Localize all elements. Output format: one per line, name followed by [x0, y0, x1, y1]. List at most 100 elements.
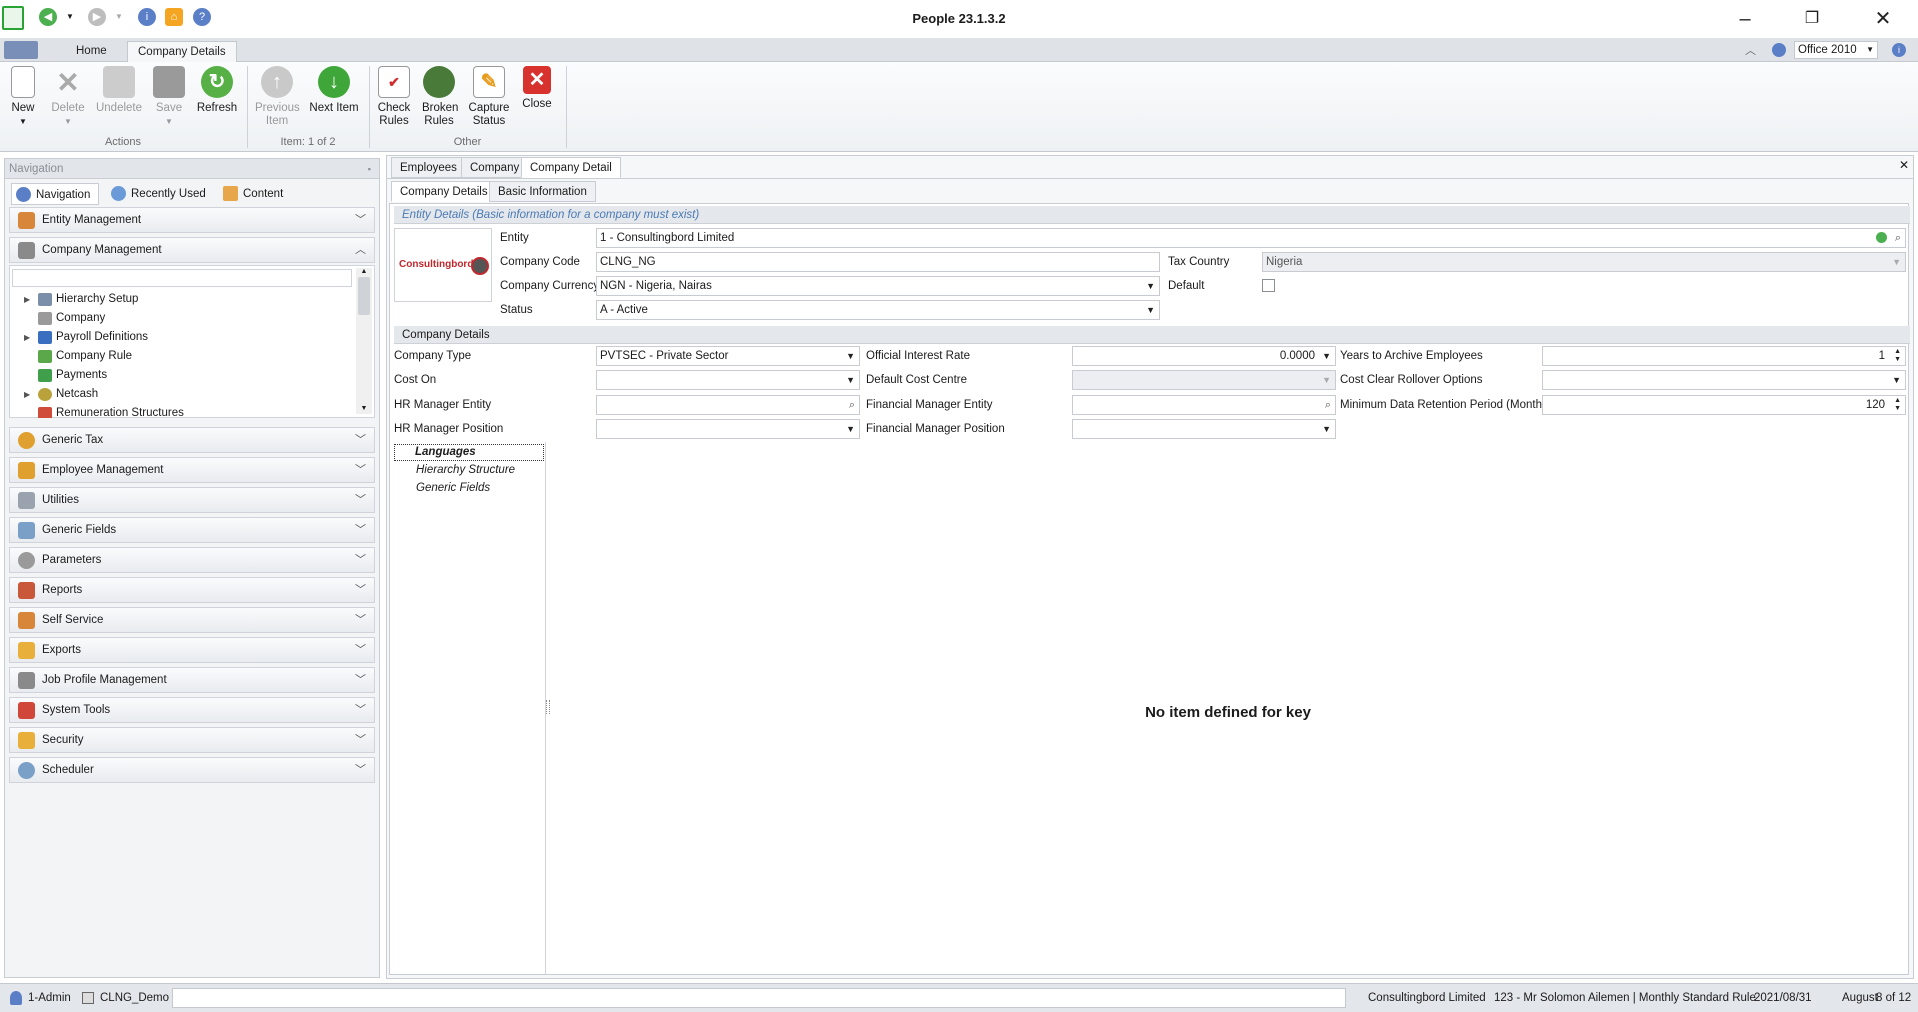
undelete-button[interactable]: Undelete — [94, 66, 144, 115]
tree-scrollbar[interactable]: ▲ ▼ — [356, 268, 372, 414]
subtab-company-details[interactable]: Company Details — [391, 181, 497, 202]
close-window-icon[interactable]: ✕ — [1868, 8, 1898, 32]
nav-group-generic-tax[interactable]: Generic Tax ﹀ — [9, 427, 375, 453]
hr-position-select[interactable]: ▼ — [596, 419, 860, 439]
cost-on-select[interactable]: ▼ — [596, 370, 860, 390]
side-item-languages[interactable]: Languages — [394, 444, 544, 461]
search-icon[interactable]: ⌕ — [1895, 229, 1901, 247]
theme-select[interactable]: Office 2010 ▼ — [1794, 41, 1878, 59]
nav-group-system-tools[interactable]: System Tools ﹀ — [9, 697, 375, 723]
nav-group-entity-management[interactable]: Entity Management ﹀ — [9, 207, 375, 233]
minimize-icon[interactable]: – — [1730, 8, 1760, 32]
spin-icon[interactable]: ▲ ▼ — [1894, 348, 1901, 364]
fin-entity-field[interactable]: ⌕ — [1072, 395, 1336, 415]
search-icon[interactable]: ⌕ — [849, 396, 855, 414]
nav-tab-navigation[interactable]: Navigation — [11, 183, 99, 205]
next-item-button[interactable]: ↓ Next Item — [306, 66, 362, 115]
default-checkbox[interactable] — [1262, 279, 1275, 292]
hr-entity-field[interactable]: ⌕ — [596, 395, 860, 415]
nav-group-self-service[interactable]: Self Service ﹀ — [9, 607, 375, 633]
expand-arrow-icon[interactable]: ▶ — [24, 385, 30, 404]
company-code-field[interactable]: CLNG_NG — [596, 252, 1160, 272]
company-code-label: Company Code — [500, 256, 580, 268]
nav-group-company-management[interactable]: Company Management ︿ — [9, 237, 375, 263]
nav-group-scheduler[interactable]: Scheduler ﹀ — [9, 757, 375, 783]
nav-group-generic-fields[interactable]: Generic Fields ﹀ — [9, 517, 375, 543]
search-icon[interactable]: ⌕ — [1325, 396, 1331, 414]
scroll-up-icon[interactable]: ▲ — [356, 268, 372, 275]
about-icon[interactable]: i — [1892, 43, 1906, 57]
chevron-down-icon: ﹀ — [355, 674, 366, 686]
fields-icon — [18, 522, 35, 539]
pin-icon[interactable]: ▪ — [368, 159, 371, 179]
nav-group-employee-management[interactable]: Employee Management ﹀ — [9, 457, 375, 483]
collapse-ribbon-icon[interactable]: ︿ — [1745, 42, 1756, 58]
nav-group-exports[interactable]: Exports ﹀ — [9, 637, 375, 663]
fin-entity-label: Financial Manager Entity — [866, 399, 993, 411]
add-icon[interactable] — [1876, 232, 1887, 243]
tree-item-payroll-definitions[interactable]: ▶ Payroll Definitions — [16, 328, 356, 347]
nav-group-job-profile-management[interactable]: Job Profile Management ﹀ — [9, 667, 375, 693]
interest-rate-field[interactable]: 0.0000 ▼ — [1072, 346, 1336, 366]
cost-centre-label: Default Cost Centre — [866, 374, 967, 386]
broken-rules-button[interactable]: Broken Rules — [419, 66, 459, 128]
expand-arrow-icon[interactable]: ▶ — [24, 328, 30, 347]
tree-filter-input[interactable] — [12, 269, 352, 287]
report-icon — [18, 582, 35, 599]
cost-centre-select[interactable]: ▼ — [1072, 370, 1336, 390]
tree-item-hierarchy-setup[interactable]: ▶ Hierarchy Setup — [16, 290, 356, 309]
doc-tab-company-detail[interactable]: Company Detail — [521, 157, 621, 178]
side-item-generic-fields[interactable]: Generic Fields — [394, 480, 490, 497]
nav-group-security[interactable]: Security ﹀ — [9, 727, 375, 753]
nav-group-parameters[interactable]: Parameters ﹀ — [9, 547, 375, 573]
save-button[interactable]: Save ▼ — [152, 66, 186, 128]
app-menu-button[interactable] — [4, 41, 38, 59]
retention-field[interactable]: 120 ▲ ▼ — [1542, 395, 1906, 415]
fin-position-select[interactable]: ▼ — [1072, 419, 1336, 439]
status-input[interactable] — [172, 988, 1346, 1008]
currency-select[interactable]: NGN - Nigeria, Nairas ▼ — [596, 276, 1160, 296]
tab-home[interactable]: Home — [66, 41, 117, 62]
tax-country-field[interactable]: Nigeria ▼ — [1262, 252, 1906, 272]
nav-tab-content[interactable]: Content — [219, 183, 283, 205]
tree-item-company-rule[interactable]: Company Rule — [16, 347, 356, 366]
tab-company-details[interactable]: Company Details — [127, 41, 237, 62]
nav-group-reports[interactable]: Reports ﹀ — [9, 577, 375, 603]
delete-button[interactable]: ✕ Delete ▼ — [48, 66, 88, 128]
close-document-icon[interactable]: ✕ — [1899, 158, 1909, 172]
interest-rate-label: Official Interest Rate — [866, 350, 970, 362]
check-rules-button[interactable]: ✔ Check Rules — [374, 66, 414, 128]
status-user: 1-Admin — [28, 992, 71, 1004]
close-button[interactable]: ✕ Close — [519, 66, 555, 111]
side-item-hierarchy-structure[interactable]: Hierarchy Structure — [394, 462, 515, 479]
capture-status-button[interactable]: ✎ Capture Status — [464, 66, 514, 128]
new-button[interactable]: New ▼ — [4, 66, 42, 128]
nav-group-utilities[interactable]: Utilities ﹀ — [9, 487, 375, 513]
rollover-select[interactable]: ▼ — [1542, 370, 1906, 390]
tree-item-company[interactable]: Company — [16, 309, 356, 328]
tree-item-payments[interactable]: Payments — [16, 366, 356, 385]
fin-position-label: Financial Manager Position — [866, 423, 1005, 435]
spin-icon[interactable]: ▲ ▼ — [1894, 397, 1901, 413]
archive-years-field[interactable]: 1 ▲ ▼ — [1542, 346, 1906, 366]
doc-tab-company[interactable]: Company — [461, 157, 529, 178]
scroll-down-icon[interactable]: ▼ — [356, 405, 372, 412]
status-select[interactable]: A - Active ▼ — [596, 300, 1160, 320]
tax-country-label: Tax Country — [1168, 256, 1230, 268]
entity-field[interactable]: 1 - Consultingbord Limited ⌕ — [596, 228, 1906, 248]
default-label: Default — [1168, 280, 1205, 292]
expand-arrow-icon[interactable]: ▶ — [24, 290, 30, 309]
doc-tab-employees[interactable]: Employees — [391, 157, 466, 178]
scroll-thumb[interactable] — [358, 277, 370, 315]
refresh-button[interactable]: ↻ Refresh — [194, 66, 240, 115]
clock-icon — [18, 762, 35, 779]
restore-icon[interactable]: ❐ — [1797, 8, 1827, 32]
rollover-label: Cost Clear Rollover Options — [1340, 374, 1483, 386]
previous-item-button[interactable]: ↑ Previous Item — [252, 66, 302, 128]
subtab-basic-information[interactable]: Basic Information — [489, 181, 596, 202]
nav-tab-recently-used[interactable]: Recently Used — [107, 183, 206, 205]
export-icon — [18, 642, 35, 659]
company-type-select[interactable]: PVTSEC - Private Sector ▼ — [596, 346, 860, 366]
tree-item-netcash[interactable]: ▶ Netcash — [16, 385, 356, 404]
tree-item-remuneration-structures[interactable]: Remuneration Structures — [16, 404, 356, 418]
